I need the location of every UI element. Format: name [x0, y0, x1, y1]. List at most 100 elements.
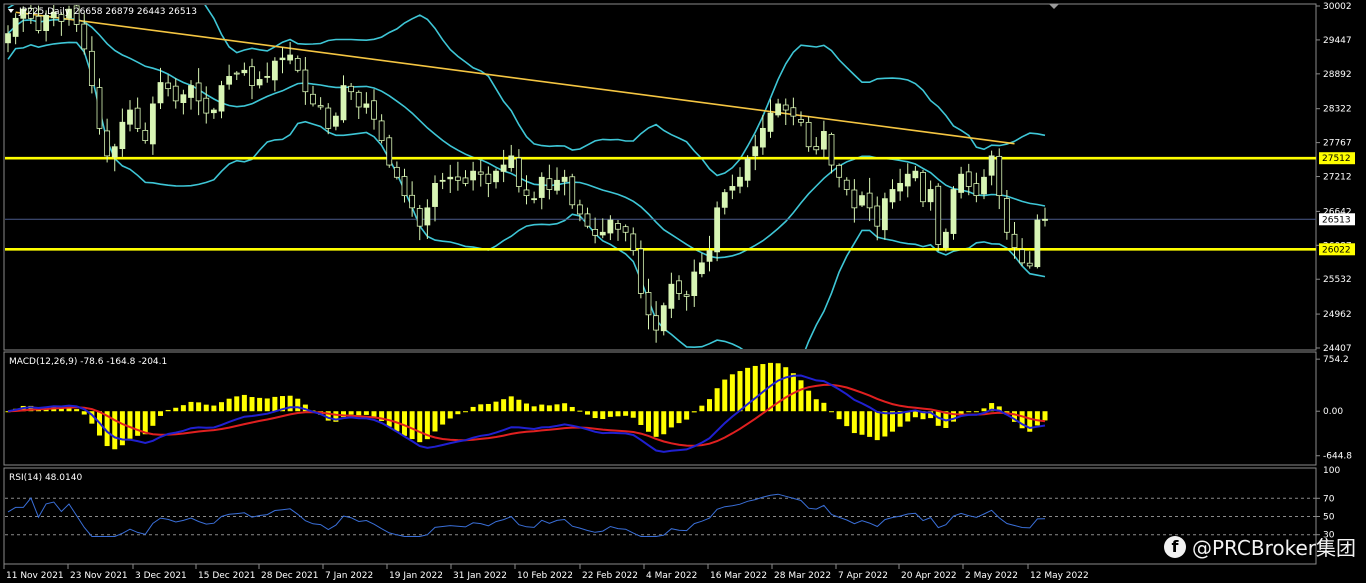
date-tick-label: 11 Nov 2021 — [6, 571, 64, 581]
macd-histogram-bar — [783, 367, 789, 412]
macd-histogram-bar — [874, 411, 880, 441]
price-tick-label: 28892 — [1323, 70, 1352, 80]
macd-histogram-bar — [668, 411, 674, 428]
candle-body — [843, 179, 850, 190]
macd-histogram-bar — [676, 411, 682, 424]
candle-body — [302, 69, 309, 93]
price-tick-label: 25532 — [1323, 275, 1352, 285]
rsi-tick-label: 70 — [1323, 494, 1335, 504]
price-tick-label: 28322 — [1323, 105, 1352, 115]
macd-histogram-bar — [74, 409, 80, 412]
candle-body — [386, 137, 393, 166]
candle-body — [706, 250, 713, 262]
candle-body — [439, 179, 446, 182]
macd-histogram-bar — [699, 405, 705, 412]
macd-histogram-bar — [1042, 411, 1048, 421]
date-tick-label: 4 Mar 2022 — [646, 571, 697, 581]
price-tag-label: 27512 — [1322, 154, 1351, 164]
macd-histogram-bar — [798, 380, 804, 412]
candle-body — [950, 189, 957, 234]
candle-body — [981, 176, 987, 195]
candle-body — [630, 233, 637, 252]
macd-histogram-bar — [912, 411, 918, 418]
macd-histogram-bar — [882, 411, 888, 437]
price-tag-label: 26513 — [1322, 215, 1351, 225]
candle-body — [348, 85, 355, 93]
macd-histogram-bar — [691, 411, 697, 413]
rsi-pane[interactable] — [5, 493, 1316, 537]
candle-body — [676, 280, 682, 294]
date-tick-label: 31 Jan 2022 — [453, 571, 507, 581]
macd-histogram-bar — [661, 411, 667, 435]
candle-body — [462, 177, 469, 184]
candle-body — [172, 85, 179, 102]
price-axis: 3000229447288922832227767272122664226087… — [1316, 2, 1355, 354]
candle-body — [576, 204, 583, 215]
candle-body — [264, 76, 271, 78]
candle-body — [111, 146, 118, 158]
macd-histogram-bar — [836, 411, 842, 420]
candle-body — [477, 171, 484, 175]
macd-histogram-bar — [463, 411, 468, 413]
candle-body — [493, 170, 499, 183]
candle-body — [744, 158, 751, 181]
macd-histogram-bar — [493, 401, 499, 412]
macd-histogram-bar — [203, 404, 209, 412]
date-tick-label: 15 Dec 2021 — [198, 571, 256, 581]
price-tick-label: 27212 — [1323, 173, 1352, 183]
candle-body — [500, 164, 507, 172]
candle-body — [615, 223, 621, 230]
candle-body — [241, 69, 248, 74]
candle-body — [165, 82, 172, 90]
candle-body — [409, 194, 416, 209]
price-pane[interactable] — [5, 0, 1316, 379]
macd-histogram-bar — [585, 411, 590, 415]
macd-histogram-bar — [234, 396, 240, 412]
candle-body — [538, 176, 545, 198]
candle-body — [569, 176, 576, 206]
candle-body — [897, 182, 904, 192]
macd-histogram-bar — [821, 402, 827, 412]
candle-body — [188, 85, 194, 98]
macd-histogram-bar — [760, 364, 766, 412]
macd-histogram-bar — [402, 411, 407, 436]
macd-histogram-bar — [531, 406, 537, 412]
dropdown-arrow-icon[interactable] — [8, 9, 14, 13]
macd-histogram-bar — [638, 411, 644, 425]
macd-histogram-bar — [447, 411, 453, 419]
candle-body — [599, 231, 606, 236]
candle-body — [1034, 219, 1041, 268]
macd-histogram-bar — [173, 407, 179, 412]
scroll-marker-icon[interactable] — [1049, 4, 1059, 9]
candle-body — [1042, 218, 1048, 221]
candle-body — [775, 103, 782, 116]
candle-body — [820, 131, 827, 150]
macd-pane[interactable] — [5, 362, 1048, 453]
date-tick-label: 28 Dec 2021 — [261, 571, 319, 581]
candle-body — [1019, 249, 1026, 264]
price-tick-label: 29447 — [1323, 36, 1352, 46]
candle-body — [1003, 198, 1010, 233]
macd-histogram-bar — [478, 404, 484, 412]
macd-histogram-bar — [257, 397, 263, 412]
candle-body — [43, 14, 50, 31]
macd-histogram-bar — [981, 408, 987, 412]
macd-histogram-bar — [241, 394, 247, 412]
candle-body — [401, 176, 408, 197]
date-tick-label: 22 Feb 2022 — [582, 571, 638, 581]
trendline — [15, 11, 1015, 145]
candle-body — [454, 176, 461, 181]
macd-histogram-bar — [142, 411, 148, 435]
candle-body — [592, 228, 599, 236]
candle-body — [973, 183, 980, 197]
candle-body — [508, 155, 515, 168]
macd-histogram-bar — [287, 395, 293, 412]
candle-body — [721, 192, 728, 208]
candle-body — [88, 50, 95, 86]
price-tick-label: 24962 — [1323, 310, 1352, 320]
candle-body — [157, 82, 164, 104]
macd-histogram-bar — [623, 411, 629, 416]
candle-body — [371, 100, 377, 120]
macd-histogram-bar — [615, 411, 621, 417]
macd-histogram-bar — [127, 411, 133, 439]
